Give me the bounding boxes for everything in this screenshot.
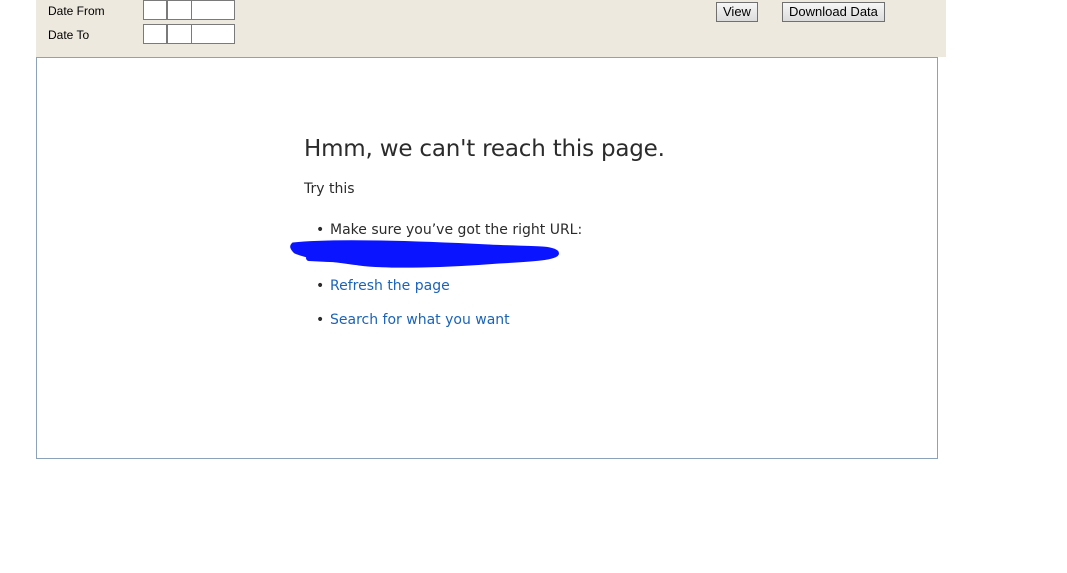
error-subtitle: Try this — [304, 181, 355, 197]
download-data-button[interactable]: Download Data — [782, 2, 885, 22]
date-to-label: Date To — [48, 28, 90, 42]
search-link[interactable]: Search for what you want — [330, 312, 510, 328]
date-to-year-input[interactable] — [191, 24, 235, 44]
date-from-month-input[interactable] — [167, 0, 192, 20]
date-from-year-input[interactable] — [191, 0, 235, 20]
date-from-day-input[interactable] — [143, 0, 167, 20]
check-url-hint: Make sure you’ve got the right URL: — [330, 222, 583, 238]
date-to-month-input[interactable] — [167, 24, 192, 44]
embedded-content-frame: Hmm, we can't reach this page. Try this … — [36, 57, 938, 459]
date-to-day-input[interactable] — [143, 24, 167, 44]
error-title: Hmm, we can't reach this page. — [304, 136, 665, 162]
redaction-scribble — [290, 240, 559, 268]
filter-toolbar: Date From Date To View Download Data — [36, 0, 946, 57]
bullet-icon: • — [316, 312, 325, 328]
refresh-page-link[interactable]: Refresh the page — [330, 278, 450, 294]
bullet-icon: • — [316, 222, 325, 238]
date-from-label: Date From — [48, 4, 105, 18]
bullet-icon: • — [316, 278, 325, 294]
view-button[interactable]: View — [716, 2, 758, 22]
